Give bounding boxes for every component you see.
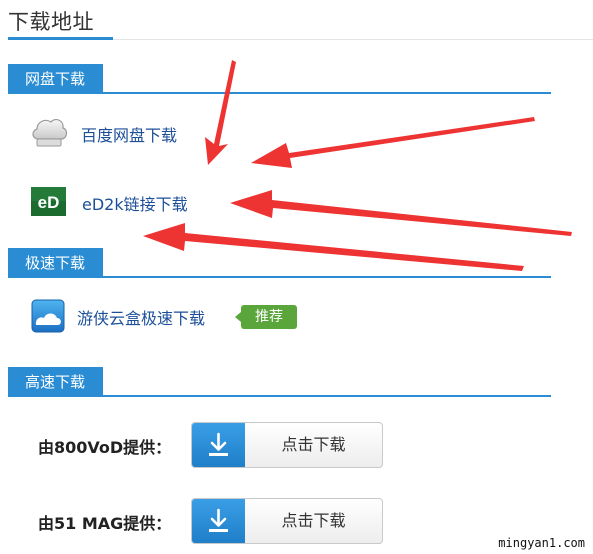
download-arrow-icon — [192, 423, 245, 467]
baidu-netdisk-download-link[interactable]: 百度网盘下载 — [81, 122, 177, 146]
cloud-icon — [30, 113, 68, 153]
annotation-arrow — [230, 190, 572, 236]
provider-label-51mag: 由51 MAG提供： — [38, 514, 172, 533]
annotation-arrow — [205, 60, 236, 165]
ed2k-icon: eD — [31, 187, 66, 220]
section-header-fast: 极速下载 — [8, 248, 104, 278]
page-title: 下载地址 — [8, 10, 94, 34]
download-arrow-icon — [192, 499, 245, 543]
watermark: mingyan1.com — [498, 536, 585, 550]
section-rule-netdisk — [8, 92, 551, 94]
section-header-highspeed: 高速下载 — [8, 367, 104, 397]
annotation-arrow — [251, 117, 535, 168]
title-underline — [8, 37, 113, 40]
youxia-cloudbox-download-link[interactable]: 游侠云盒极速下载 — [77, 305, 205, 329]
section-rule-highspeed — [8, 395, 551, 397]
download-button-label: 点击下载 — [281, 511, 346, 530]
youxia-cloudbox-icon — [31, 299, 65, 337]
download-button-51mag[interactable]: 点击下载 — [191, 498, 383, 544]
download-button-800vod[interactable]: 点击下载 — [191, 422, 383, 468]
ed2k-icon-text: eD — [38, 193, 60, 212]
section-header-netdisk: 网盘下载 — [8, 64, 104, 94]
recommend-badge: 推荐 — [235, 305, 297, 329]
section-rule-fast — [8, 276, 551, 278]
download-button-label: 点击下载 — [281, 435, 346, 454]
annotation-arrow — [143, 223, 524, 271]
ed2k-download-link[interactable]: eD2k链接下载 — [82, 191, 188, 215]
provider-label-800vod: 由800VoD提供： — [38, 438, 172, 457]
